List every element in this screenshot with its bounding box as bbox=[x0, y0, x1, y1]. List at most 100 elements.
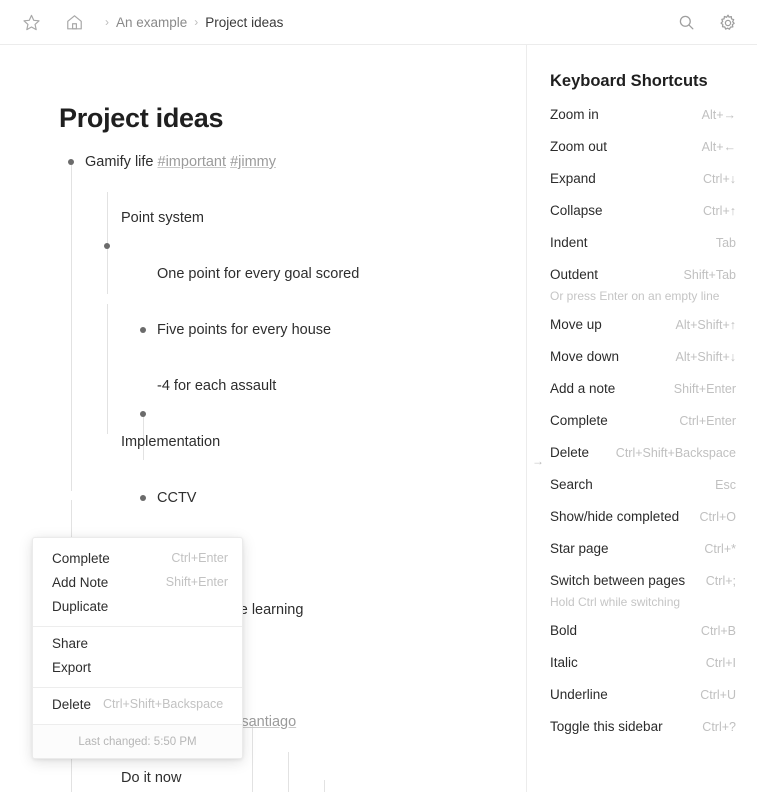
sidebar-title: Keyboard Shortcuts bbox=[550, 72, 708, 90]
breadcrumb-separator-2: › bbox=[194, 15, 199, 29]
sidebar-item-toggle-this-sidebar[interactable]: Toggle this sidebar Ctrl+? bbox=[527, 719, 757, 751]
shortcut-label: Move up bbox=[550, 317, 602, 332]
outline-row-text[interactable]: Five points for every house bbox=[157, 322, 331, 338]
shortcut-key: Ctrl+Enter bbox=[679, 414, 736, 428]
context-menu-group-share: Share Export bbox=[33, 627, 242, 687]
gear-icon[interactable] bbox=[713, 8, 743, 38]
shortcut-label: Show/hide completed bbox=[550, 509, 680, 524]
bullet-icon[interactable] bbox=[135, 406, 151, 422]
breadcrumb-item-an-example[interactable]: An example bbox=[116, 15, 187, 30]
sidebar-item-complete[interactable]: Complete Ctrl+Enter bbox=[527, 413, 757, 445]
menu-item-share[interactable]: Share bbox=[33, 631, 242, 655]
menu-item-export[interactable]: Export bbox=[33, 655, 242, 679]
shortcut-key: Ctrl+U bbox=[700, 688, 736, 702]
outline-row-text[interactable]: CCTV bbox=[157, 490, 196, 506]
sidebar-item-italic[interactable]: Italic Ctrl+I bbox=[527, 655, 757, 687]
shortcut-key: Ctrl+? bbox=[702, 720, 736, 734]
tag-important[interactable]: #important bbox=[158, 154, 227, 170]
sidebar-item-delete[interactable]: → Delete Ctrl+Shift+Backspace bbox=[527, 445, 757, 477]
search-icon[interactable] bbox=[671, 8, 701, 38]
breadcrumb: › An example › Project ideas bbox=[0, 7, 283, 37]
sidebar-item-star-page[interactable]: Star page Ctrl+* bbox=[527, 541, 757, 573]
outline-row-text[interactable]: One point for every goal scored bbox=[157, 266, 359, 282]
shortcut-label: Switch between pages bbox=[550, 573, 686, 588]
shortcut-label: Indent bbox=[550, 235, 588, 250]
menu-last-changed: Last changed: 5:50 PM bbox=[33, 725, 242, 758]
tag-jimmy[interactable]: #jimmy bbox=[230, 154, 276, 170]
outline-row[interactable]: Implementation bbox=[0, 428, 526, 585]
shortcut-label: Expand bbox=[550, 171, 596, 186]
shortcut-key: Ctrl+O bbox=[699, 510, 736, 524]
shortcut-key: Shift+Tab bbox=[683, 268, 736, 282]
menu-item-shortcut: Ctrl+Shift+Backspace bbox=[103, 697, 224, 711]
outline-row[interactable]: Do it now bbox=[0, 764, 526, 792]
sidebar-item-switch-between-pages[interactable]: Switch between pages Ctrl+; bbox=[527, 573, 757, 605]
sidebar-item-expand[interactable]: Expand Ctrl+↓ bbox=[527, 171, 757, 203]
shortcut-key: Ctrl+B bbox=[700, 624, 736, 638]
sidebar-item-indent[interactable]: Indent Tab bbox=[527, 235, 757, 267]
top-bar: › An example › Project ideas bbox=[0, 0, 757, 45]
outline-row-text[interactable]: Point system bbox=[121, 210, 204, 226]
sidebar-item-zoom-in[interactable]: Zoom in Alt+→ bbox=[527, 107, 757, 139]
breadcrumb-item-project-ideas[interactable]: Project ideas bbox=[205, 15, 283, 30]
shortcut-key: Ctrl+Shift+Backspace bbox=[615, 446, 736, 460]
menu-item-complete[interactable]: Complete Ctrl+Enter bbox=[33, 546, 242, 570]
shortcut-key: Esc bbox=[715, 478, 736, 492]
outline-row-text[interactable]: -4 for each assault bbox=[157, 378, 276, 394]
sidebar-item-move-up[interactable]: Move up Alt+Shift+↑ bbox=[527, 317, 757, 349]
shortcut-key: Alt+Shift+↑ bbox=[675, 318, 736, 332]
shortcut-label: Move down bbox=[550, 349, 620, 364]
shortcuts-sidebar: Keyboard Shortcuts Zoom in Alt+→ Zoom ou… bbox=[526, 45, 757, 792]
outline-row-text[interactable]: Implementation bbox=[121, 434, 220, 450]
shortcut-label: Search bbox=[550, 477, 593, 492]
shortcut-key: Alt+Shift+↓ bbox=[675, 350, 736, 364]
menu-item-label: Add Note bbox=[52, 574, 109, 590]
page-title: Project ideas bbox=[59, 103, 224, 133]
shortcut-label: Underline bbox=[550, 687, 608, 702]
bullet-icon[interactable] bbox=[63, 154, 79, 170]
arrow-right-icon: → bbox=[532, 454, 544, 468]
menu-item-duplicate[interactable]: Duplicate bbox=[33, 594, 242, 618]
shortcut-label: Italic bbox=[550, 655, 578, 670]
menu-item-label: Complete bbox=[52, 550, 110, 566]
home-icon[interactable] bbox=[59, 7, 89, 37]
outline-row-text[interactable]: Do it now bbox=[121, 770, 181, 786]
outline-row[interactable]: Gamify life #important #jimmy bbox=[0, 148, 526, 176]
sidebar-item-move-down[interactable]: Move down Alt+Shift+↓ bbox=[527, 349, 757, 381]
bullet-icon[interactable] bbox=[99, 238, 115, 254]
sidebar-item-underline[interactable]: Underline Ctrl+U bbox=[527, 687, 757, 719]
menu-item-add-note[interactable]: Add Note Shift+Enter bbox=[33, 570, 242, 594]
sidebar-item-search[interactable]: Search Esc bbox=[527, 477, 757, 509]
shortcut-key: Alt+← bbox=[701, 140, 736, 154]
context-menu-group-delete: Delete Ctrl+Shift+Backspace bbox=[33, 688, 242, 724]
outline-row[interactable]: Five points for every house bbox=[0, 316, 526, 417]
outline-row[interactable]: Point system bbox=[0, 204, 526, 249]
sidebar-item-bold[interactable]: Bold Ctrl+B bbox=[527, 623, 757, 655]
app-window: › An example › Project ideas Project ide… bbox=[0, 0, 757, 792]
menu-item-label: Duplicate bbox=[52, 598, 109, 614]
sidebar-item-zoom-out[interactable]: Zoom out Alt+← bbox=[527, 139, 757, 171]
sidebar-item-show-hide-completed[interactable]: Show/hide completed Ctrl+O bbox=[527, 509, 757, 541]
menu-item-label: Export bbox=[52, 659, 92, 675]
shortcut-key: Shift+Enter bbox=[673, 382, 736, 396]
shortcut-key: Alt+→ bbox=[701, 108, 736, 122]
outline-row[interactable]: CCTV bbox=[0, 484, 526, 669]
shortcut-label: Delete bbox=[550, 445, 590, 460]
sidebar-item-collapse[interactable]: Collapse Ctrl+↑ bbox=[527, 203, 757, 235]
shortcut-key: Ctrl+↓ bbox=[703, 172, 736, 186]
shortcut-key: Ctrl+* bbox=[704, 542, 736, 556]
outline-row[interactable]: One point for every goal scored bbox=[0, 260, 526, 333]
menu-item-delete[interactable]: Delete Ctrl+Shift+Backspace bbox=[33, 692, 242, 716]
sidebar-item-outdent[interactable]: Outdent Shift+Tab bbox=[527, 267, 757, 299]
star-icon[interactable] bbox=[16, 7, 46, 37]
shortcut-key: Tab bbox=[715, 236, 736, 250]
shortcut-label: Zoom out bbox=[550, 139, 608, 154]
shortcut-label: Outdent bbox=[550, 267, 599, 282]
outline-row[interactable]: -4 for each assault bbox=[0, 372, 526, 501]
outline-row-text[interactable]: Gamify life #important #jimmy bbox=[85, 154, 276, 170]
menu-item-shortcut: Ctrl+Enter bbox=[171, 551, 228, 565]
shortcut-label: Toggle this sidebar bbox=[550, 719, 663, 734]
sidebar-item-add-a-note[interactable]: Add a note Shift+Enter bbox=[527, 381, 757, 413]
shortcut-label: Complete bbox=[550, 413, 608, 428]
shortcuts-list: Zoom in Alt+→ Zoom out Alt+← Expand Ctrl… bbox=[527, 107, 757, 751]
